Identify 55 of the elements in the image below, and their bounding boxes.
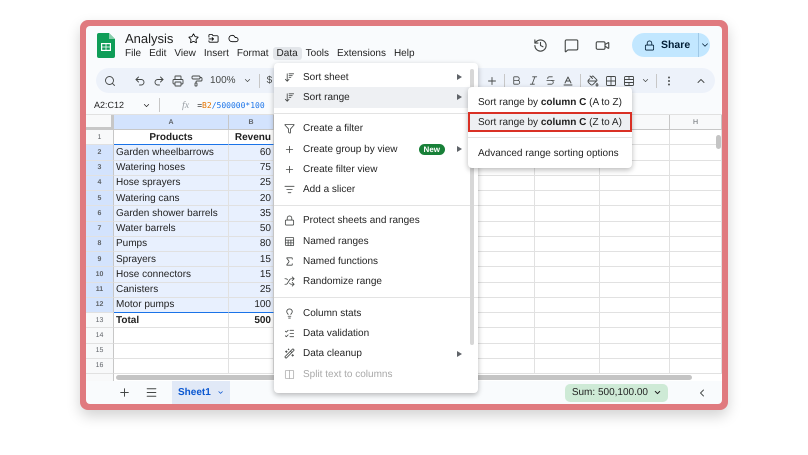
menu-item[interactable]: File	[121, 46, 146, 60]
menu-item[interactable]: Randomize range	[274, 272, 478, 292]
menu-item[interactable]: Edit	[145, 46, 170, 60]
menu-item[interactable]: View	[170, 46, 200, 60]
table-cell: 75	[229, 160, 274, 176]
document-title[interactable]: Analysis	[125, 30, 174, 46]
menu-item[interactable]: Help	[390, 46, 419, 60]
formula-field[interactable]: =B2/500000*100	[197, 100, 265, 110]
menu-item[interactable]: Sort range by column C (Z to A)	[468, 112, 632, 132]
function-label: fx	[182, 100, 190, 110]
zoom-dropdown[interactable]: 100%	[210, 75, 236, 86]
menu-item[interactable]: Add a slicer	[274, 179, 478, 200]
menu-item[interactable]: Tools	[302, 46, 334, 60]
table-cell: Sprayers	[114, 252, 229, 268]
menu-item[interactable]: Column stats	[274, 302, 478, 324]
table-cell: Motor pumps	[114, 298, 229, 313]
table-cell: Watering hoses	[114, 160, 229, 176]
menu-item[interactable]: Insert	[200, 46, 233, 60]
table-cell: Products	[114, 130, 229, 146]
menu-item[interactable]: Extensions	[333, 46, 390, 60]
table-cell: Hose connectors	[114, 267, 229, 282]
menu-item[interactable]: Named ranges	[274, 231, 478, 252]
table-cell: Hose sprayers	[114, 176, 229, 191]
table-cell: Revenu	[229, 130, 274, 146]
table-cell: 50	[229, 222, 274, 237]
sheet-tab[interactable]: Sheet1	[172, 381, 230, 404]
share-button[interactable]: Share	[632, 33, 710, 57]
menu-item[interactable]: Data cleanup	[274, 344, 478, 364]
table-cell: 80	[229, 236, 274, 252]
table-cell: Pumps	[114, 236, 229, 252]
table-cell: Watering cans	[114, 191, 229, 206]
table-cell: Garden shower barrels	[114, 206, 229, 222]
menu-item[interactable]: Data validation	[274, 323, 478, 344]
table-cell: Garden wheelbarrows	[114, 145, 229, 160]
currency-button[interactable]: $	[266, 75, 272, 86]
menu-item[interactable]: Data	[272, 46, 302, 60]
menu-item[interactable]: Sort sheet	[274, 67, 478, 88]
table-cell: 20	[229, 191, 274, 206]
menu-item[interactable]: Named functions	[274, 251, 478, 272]
table-cell: 35	[229, 206, 274, 222]
table-cell: 25	[229, 282, 274, 298]
menu-item[interactable]: Protect sheets and ranges	[274, 210, 478, 232]
name-box[interactable]: A2:C12	[94, 100, 134, 110]
table-cell: 15	[229, 252, 274, 268]
table-cell: Total	[114, 313, 229, 328]
table-cell: 100	[229, 298, 274, 313]
table-cell: Canisters	[114, 282, 229, 298]
sum-button[interactable]: Sum: 500,100.00	[564, 384, 668, 402]
table-cell: 500	[229, 313, 274, 328]
new-badge: New	[418, 144, 445, 155]
table-cell: 60	[229, 145, 274, 160]
table-cell: Water barrels	[114, 222, 229, 237]
table-cell: 25	[229, 176, 274, 191]
menu-item[interactable]: Format	[232, 46, 273, 60]
table-cell: 15	[229, 267, 274, 282]
